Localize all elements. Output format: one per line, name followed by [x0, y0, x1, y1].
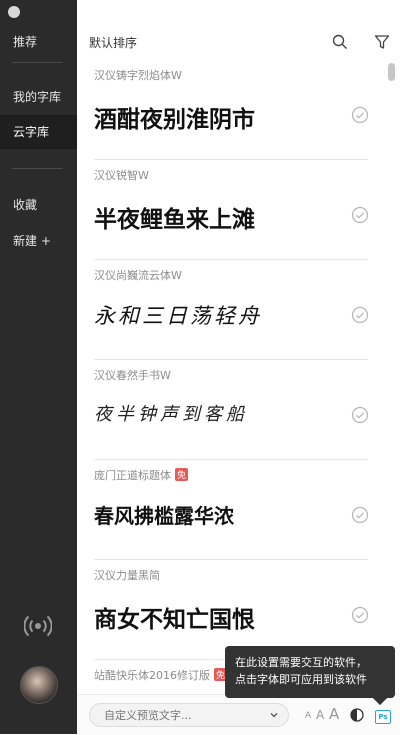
- font-name: 庞门正道标题体免: [94, 467, 189, 483]
- font-preview: 酒酣夜别淮阴市: [94, 107, 255, 133]
- font-name: 汉仪春然手书W: [94, 369, 171, 382]
- sidebar-item-recommend[interactable]: 推荐: [0, 25, 77, 59]
- font-list: 汉仪铸字烈焰体W 酒酣夜别淮阴市 汉仪锐智W 半夜鲤鱼来上滩 汉仪尚巍流云体W …: [77, 60, 387, 693]
- sidebar-divider: [12, 168, 62, 169]
- font-item[interactable]: 庞门正道标题体免 春风拂槛露华浓: [77, 460, 387, 560]
- font-preview: 商女不知亡国恨: [94, 607, 255, 633]
- font-preview: 春风拂槛露华浓: [94, 504, 234, 528]
- window-close-dot[interactable]: [8, 6, 20, 18]
- preview-text-input[interactable]: [89, 703, 289, 727]
- font-size-large[interactable]: A: [329, 705, 339, 723]
- font-name: 站酷快乐体2016修订版免: [94, 667, 228, 683]
- font-name: 汉仪锐智W: [94, 169, 149, 182]
- font-size-small[interactable]: A: [305, 711, 311, 721]
- tooltip: 在此设置需要交互的软件， 点击字体即可应用到该软件: [225, 646, 395, 706]
- font-item[interactable]: 汉仪力量黑简 商女不知亡国恨: [77, 560, 387, 660]
- check-circle-icon[interactable]: [351, 506, 369, 524]
- sidebar: 推荐 我的字库 云字库 收藏 新建 +: [0, 0, 77, 734]
- contrast-icon[interactable]: [350, 708, 364, 722]
- font-item[interactable]: 汉仪尚巍流云体W 永和三日荡轻舟: [77, 260, 387, 360]
- font-name: 汉仪尚巍流云体W: [94, 269, 182, 282]
- check-circle-icon[interactable]: [351, 406, 369, 424]
- font-preview: 半夜鲤鱼来上滩: [94, 207, 255, 233]
- font-item[interactable]: 汉仪锐智W 半夜鲤鱼来上滩: [77, 160, 387, 260]
- sidebar-item-new[interactable]: 新建 +: [0, 224, 77, 258]
- font-item[interactable]: 汉仪春然手书W 夜半钟声到客船: [77, 360, 387, 460]
- scrollbar[interactable]: [388, 63, 396, 693]
- free-badge: 免: [175, 468, 189, 481]
- tooltip-line-2: 点击字体即可应用到该软件: [235, 673, 367, 686]
- sidebar-divider: [12, 62, 62, 63]
- chevron-down-icon[interactable]: [269, 710, 279, 720]
- sidebar-item-cloud-fonts[interactable]: 云字库: [0, 115, 77, 149]
- font-name-text: 站酷快乐体2016修订版: [94, 669, 210, 682]
- scrollbar-thumb[interactable]: [388, 63, 395, 81]
- avatar[interactable]: [20, 666, 58, 704]
- font-name-text: 庞门正道标题体: [94, 469, 171, 482]
- tooltip-line-1: 在此设置需要交互的软件，: [235, 656, 367, 669]
- font-size-medium[interactable]: A: [316, 708, 324, 722]
- check-circle-icon[interactable]: [351, 206, 369, 224]
- search-icon[interactable]: [332, 34, 348, 50]
- check-circle-icon[interactable]: [351, 306, 369, 324]
- font-preview: 永和三日荡轻舟: [94, 304, 262, 328]
- check-circle-icon[interactable]: [351, 606, 369, 624]
- sidebar-item-favorites[interactable]: 收藏: [0, 188, 77, 222]
- footer-toolbar: A A A Ps: [77, 694, 400, 735]
- font-name: 汉仪力量黑简: [94, 569, 160, 582]
- filter-icon[interactable]: [374, 34, 390, 50]
- broadcast-icon[interactable]: [24, 613, 52, 639]
- font-item[interactable]: 汉仪铸字烈焰体W 酒酣夜别淮阴市: [77, 60, 387, 160]
- font-name: 汉仪铸字烈焰体W: [94, 69, 182, 82]
- list-header: 默认排序: [77, 0, 400, 60]
- font-preview: 夜半钟声到客船: [94, 404, 248, 425]
- ps-app-icon[interactable]: Ps: [375, 710, 391, 724]
- main-panel: 默认排序 汉仪铸字烈焰体W 酒酣夜别淮阴市 汉仪锐智W 半夜鲤鱼来上滩 汉仪尚巍…: [77, 0, 400, 735]
- sidebar-item-my-fonts[interactable]: 我的字库: [0, 80, 77, 114]
- sort-dropdown[interactable]: 默认排序: [89, 34, 137, 51]
- check-circle-icon[interactable]: [351, 106, 369, 124]
